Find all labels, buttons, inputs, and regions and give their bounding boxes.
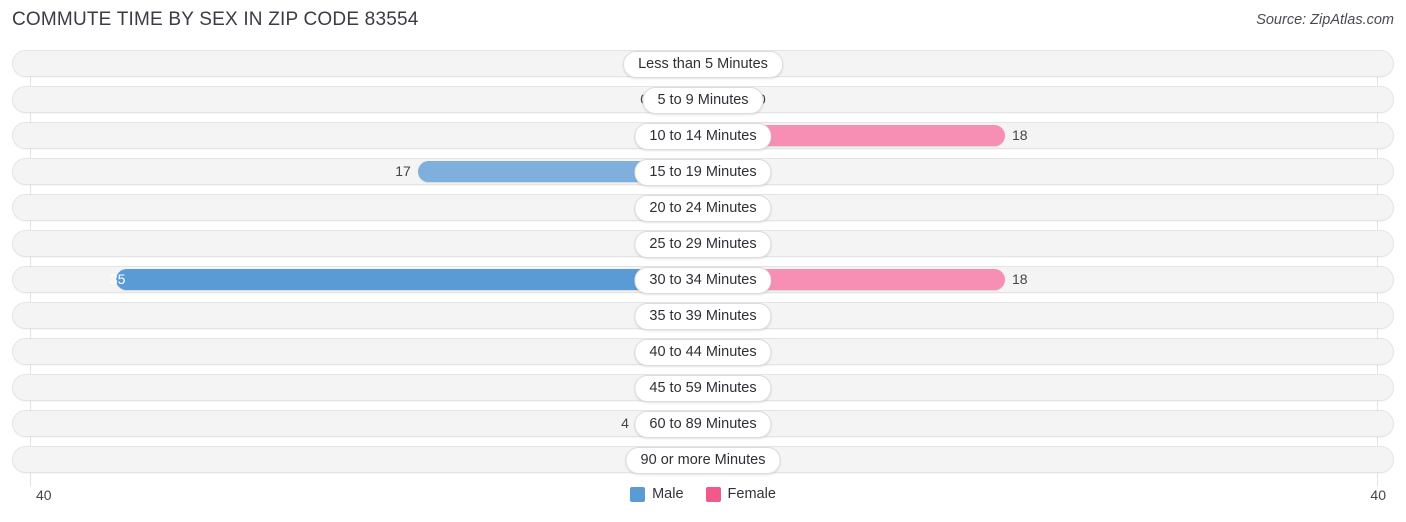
chart-row: 4060 to 89 Minutes (12, 410, 1394, 438)
chart-row: 0220 to 24 Minutes (12, 194, 1394, 222)
chart-row: 17015 to 19 Minutes (12, 158, 1394, 186)
female-value: 18 (1011, 127, 1028, 143)
male-swatch-icon (630, 486, 646, 502)
source-attribution: Source: ZipAtlas.com (1256, 12, 1394, 28)
category-label-pill: 60 to 89 Minutes (634, 411, 772, 438)
female-swatch-icon (705, 486, 721, 502)
commute-time-chart: COMMUTE TIME BY SEX IN ZIP CODE 83554 So… (0, 0, 1406, 522)
legend-item[interactable]: Male (630, 486, 684, 502)
category-label-pill: 25 to 29 Minutes (634, 231, 772, 258)
chart-plot-area: 03Less than 5 Minutes005 to 9 Minutes218… (0, 50, 1406, 486)
male-value: 4 (621, 415, 629, 431)
chart-legend: Male Female (0, 486, 1406, 502)
category-label-pill: 90 or more Minutes (625, 447, 781, 474)
male-bar[interactable] (115, 269, 703, 290)
legend-label: Female (727, 486, 776, 502)
category-label-pill: 20 to 24 Minutes (634, 195, 772, 222)
male-value: 17 (395, 163, 411, 179)
chart-row: 0045 to 59 Minutes (12, 374, 1394, 402)
category-label-pill: 40 to 44 Minutes (634, 339, 772, 366)
category-label-pill: 35 to 39 Minutes (634, 303, 772, 330)
female-value: 18 (1011, 271, 1028, 287)
category-label-pill: 30 to 34 Minutes (634, 267, 772, 294)
category-label-pill: 45 to 59 Minutes (634, 375, 772, 402)
chart-row: 2035 to 39 Minutes (12, 302, 1394, 330)
legend-label: Male (652, 486, 684, 502)
chart-row: 0025 to 29 Minutes (12, 230, 1394, 258)
page-title: COMMUTE TIME BY SEX IN ZIP CODE 83554 (12, 9, 419, 30)
male-value: 35 (109, 271, 126, 287)
category-label-pill: 15 to 19 Minutes (634, 159, 772, 186)
category-label-pill: 10 to 14 Minutes (634, 123, 772, 150)
chart-row: 0040 to 44 Minutes (12, 338, 1394, 366)
chart-row: 21810 to 14 Minutes (12, 122, 1394, 150)
chart-row: 005 to 9 Minutes (12, 86, 1394, 114)
chart-row: 35 18 30 to 34 Minutes (12, 266, 1394, 294)
category-label-pill: 5 to 9 Minutes (642, 87, 764, 114)
legend-item[interactable]: Female (705, 486, 776, 502)
category-label-pill: Less than 5 Minutes (623, 51, 783, 78)
chart-row: 0090 or more Minutes (12, 446, 1394, 474)
chart-row: 03Less than 5 Minutes (12, 50, 1394, 78)
